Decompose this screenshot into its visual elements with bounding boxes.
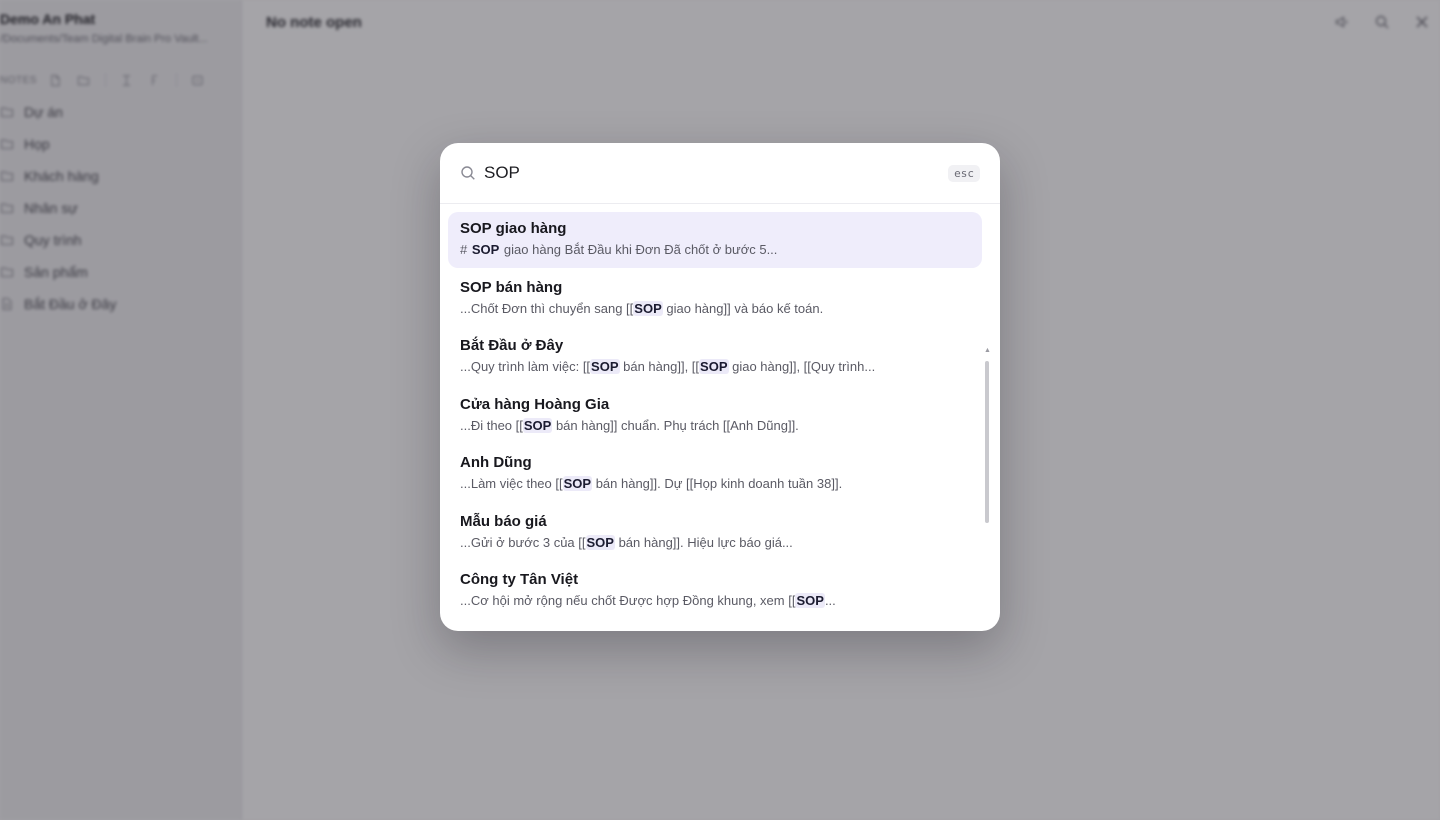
snippet-text: ...	[824, 593, 836, 608]
snippet-text: ...Chốt Đơn thì chuyển sang [[	[460, 300, 634, 316]
esc-key-hint[interactable]: esc	[948, 165, 980, 182]
snippet-text: bán hàng]]. Hiệu lực báo giá...	[614, 534, 793, 550]
snippet-text: ...Cơ hội mở rộng nếu chốt Được hợp Đồng…	[460, 593, 796, 608]
result-title: SOP giao hàng	[460, 220, 567, 237]
snippet-text: giao hàng]] và báo kế toán.	[662, 300, 824, 316]
result-title: Bắt Đầu ở Đây	[460, 337, 564, 354]
snippet-text: ...Làm việc theo [[	[460, 476, 563, 491]
snippet-text: #	[460, 242, 471, 257]
match-highlight: SOP	[522, 417, 553, 433]
result-title: Cửa hàng Hoàng Gia	[460, 395, 610, 413]
snippet-text: bán hàng]], [[	[619, 359, 700, 374]
match-highlight: SOP	[471, 242, 500, 257]
snippet-text: ...Gửi ở bước 3 của [[	[460, 534, 586, 550]
scroll-up-arrow-icon[interactable]: ▲	[984, 347, 991, 354]
snippet-text: ...Đi theo [[	[460, 417, 523, 433]
search-result[interactable]: Mẫu báo giá ...Gửi ở bước 3 của [[SOP bá…	[448, 505, 982, 561]
search-result[interactable]: SOP giao hàng # SOP giao hàng Bắt Đầu kh…	[448, 212, 982, 268]
results-scrollbar[interactable]: ▲ ▼	[984, 347, 991, 631]
search-result[interactable]: Cửa hàng Hoàng Gia ...Đi theo [[SOP bán …	[448, 388, 982, 444]
search-input[interactable]	[484, 163, 904, 183]
match-highlight: SOP	[585, 534, 615, 550]
result-snippet: ...Quy trình làm việc: [[SOP bán hàng]],…	[460, 358, 970, 376]
result-snippet: ...Đi theo [[SOP bán hàng]] chuẩn. Phụ t…	[460, 417, 970, 435]
search-result[interactable]: Anh Dũng ...Làm việc theo [[SOP bán hàng…	[448, 446, 982, 502]
result-title: SOP bán hàng	[460, 278, 563, 296]
snippet-text: giao hàng]], [[Quy trình...	[728, 359, 876, 374]
search-icon	[460, 165, 476, 181]
snippet-text: bán hàng]] chuẩn. Phụ trách [[Anh Dũng]]…	[552, 417, 799, 433]
result-snippet: ...Cơ hội mở rộng nếu chốt Được hợp Đồng…	[460, 592, 970, 610]
search-bar: esc	[440, 143, 1000, 204]
result-snippet: ...Gửi ở bước 3 của [[SOP bán hàng]]. Hi…	[460, 534, 970, 552]
search-result[interactable]: Công ty Tân Việt ...Cơ hội mở rộng nếu c…	[448, 563, 982, 619]
search-result[interactable]: Bắt Đầu ở Đây ...Quy trình làm việc: [[S…	[448, 329, 982, 385]
result-title: Mẫu báo giá	[460, 512, 547, 530]
search-result[interactable]: SOP bán hàng ...Chốt Đơn thì chuyển sang…	[448, 271, 982, 327]
scroll-thumb[interactable]	[985, 361, 989, 523]
result-snippet: ...Chốt Đơn thì chuyển sang [[SOP giao h…	[460, 300, 970, 318]
snippet-text: ...Quy trình làm việc: [[	[460, 359, 591, 374]
match-highlight: SOP	[562, 476, 593, 491]
result-title: Công ty Tân Việt	[460, 571, 579, 588]
match-highlight: SOP	[590, 359, 620, 374]
match-highlight: SOP	[699, 359, 729, 374]
snippet-text: giao hàng Bắt Đầu khi Đơn Đã chốt ở bước…	[500, 242, 778, 257]
match-highlight: SOP	[795, 593, 825, 608]
result-snippet: ...Làm việc theo [[SOP bán hàng]]. Dự [[…	[460, 475, 970, 493]
snippet-text: bán hàng]]. Dự [[Họp kinh doanh tuần 38]…	[592, 476, 843, 491]
result-title: Anh Dũng	[460, 454, 532, 471]
result-snippet: # SOP giao hàng Bắt Đầu khi Đơn Đã chốt …	[460, 241, 970, 259]
search-modal: esc SOP giao hàng # SOP giao hàng Bắt Đầ…	[440, 143, 1000, 631]
match-highlight: SOP	[633, 300, 663, 316]
search-results: SOP giao hàng # SOP giao hàng Bắt Đầu kh…	[448, 212, 982, 627]
